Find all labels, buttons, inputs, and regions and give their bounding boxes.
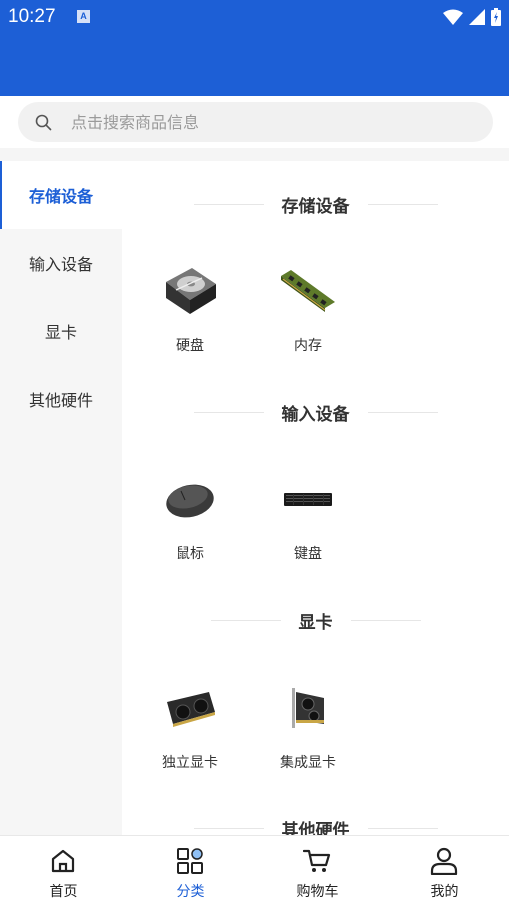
- sidebar-item-label: 存储设备: [28, 187, 93, 206]
- status-icons: [443, 7, 501, 27]
- tab-label: 分类: [176, 884, 205, 900]
- search-icon: [34, 113, 52, 131]
- product-name: 硬盘: [176, 338, 204, 354]
- category-sidebar: 存储设备 输入设备 显卡 其他硬件: [0, 161, 122, 835]
- product-name: 鼠标: [176, 546, 204, 562]
- tab-label: 我的: [430, 884, 459, 900]
- sidebar-item-label: 输入设备: [28, 255, 93, 274]
- category-icon: [175, 847, 205, 875]
- divider: [210, 619, 281, 621]
- keyboard-icon: [278, 469, 338, 529]
- product-item[interactable]: 键盘: [253, 469, 363, 579]
- sidebar-item-graphics[interactable]: 显卡: [0, 297, 122, 365]
- hard-drive-icon: [160, 261, 220, 321]
- section-title-storage: 存储设备: [122, 192, 509, 217]
- search-bar[interactable]: [18, 102, 493, 142]
- tab-home[interactable]: 首页: [0, 836, 127, 906]
- divider: [367, 203, 438, 205]
- sidebar-item-other[interactable]: 其他硬件: [0, 365, 122, 433]
- divider: [367, 827, 438, 829]
- bottom-tab-bar: 首页 分类 购物车 我的: [0, 835, 509, 906]
- product-item[interactable]: 内存: [253, 261, 363, 371]
- divider: [367, 411, 438, 413]
- section-title-other: 其他硬件: [122, 816, 509, 835]
- notification-badge: A: [77, 10, 90, 23]
- product-item[interactable]: 鼠标: [135, 469, 245, 579]
- wifi-icon: [443, 9, 463, 25]
- graphics-card-icon: [160, 678, 220, 738]
- section-title-text: 其他硬件: [281, 820, 350, 836]
- product-item[interactable]: 独立显卡: [135, 678, 245, 788]
- section-title-input: 输入设备: [122, 400, 509, 425]
- divider: [0, 148, 509, 161]
- divider: [193, 411, 264, 413]
- product-name: 键盘: [294, 546, 322, 562]
- graphics-card-icon: [278, 678, 338, 738]
- home-icon: [48, 847, 78, 875]
- tab-label: 首页: [49, 884, 78, 900]
- ram-icon: [278, 261, 338, 321]
- tab-cart[interactable]: 购物车: [254, 836, 381, 906]
- search-area: [0, 96, 509, 148]
- sidebar-item-label: 其他硬件: [28, 391, 93, 410]
- status-bar: 10:27 A: [0, 0, 509, 96]
- tab-label: 购物车: [296, 884, 339, 900]
- product-name: 集成显卡: [280, 755, 336, 771]
- product-item[interactable]: 硬盘: [135, 261, 245, 371]
- section-title-text: 存储设备: [281, 196, 350, 217]
- tab-profile[interactable]: 我的: [381, 836, 508, 906]
- section-title-text: 输入设备: [281, 404, 350, 425]
- product-item[interactable]: 集成显卡: [253, 678, 363, 788]
- status-time: 10:27: [8, 6, 56, 27]
- battery-icon: [491, 8, 501, 26]
- divider: [350, 619, 421, 621]
- section-title-graphics: 显卡: [122, 608, 509, 633]
- product-name: 独立显卡: [162, 755, 218, 771]
- user-icon: [429, 847, 459, 875]
- divider: [193, 203, 264, 205]
- signal-icon: [469, 9, 485, 25]
- divider: [193, 827, 264, 829]
- cart-icon: [302, 847, 332, 875]
- section-title-text: 显卡: [298, 612, 333, 633]
- search-input[interactable]: [71, 112, 451, 132]
- product-name: 内存: [294, 338, 322, 354]
- category-content: 存储设备 硬盘 内存 输入设备 鼠标 键盘 显卡 独立显卡 集成显卡 其他硬件: [122, 161, 509, 835]
- sidebar-item-label: 显卡: [44, 323, 77, 342]
- sidebar-item-storage[interactable]: 存储设备: [0, 161, 122, 229]
- tab-category[interactable]: 分类: [127, 836, 254, 906]
- mouse-icon: [160, 469, 220, 529]
- sidebar-item-input[interactable]: 输入设备: [0, 229, 122, 297]
